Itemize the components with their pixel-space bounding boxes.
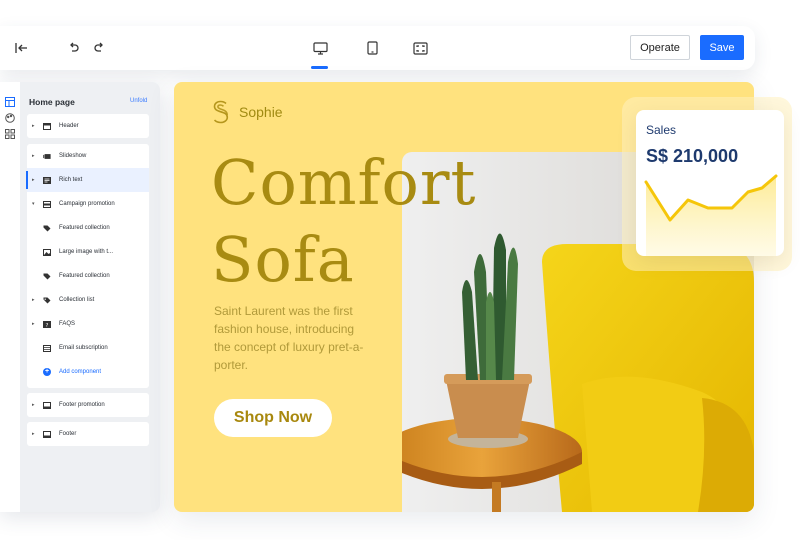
desktop-icon[interactable] — [309, 26, 331, 70]
top-toolbar: Operate Save — [0, 26, 755, 70]
faq-icon: ? — [43, 320, 51, 328]
apps-icon[interactable] — [5, 129, 15, 139]
section-item-label: Collection list — [59, 297, 95, 303]
section-item-label: Header — [59, 123, 79, 129]
tablet-icon[interactable] — [361, 26, 383, 70]
sales-value: S$ 210,000 — [646, 146, 739, 166]
image-icon — [43, 248, 51, 256]
shop-now-button[interactable]: Shop Now — [214, 399, 332, 437]
add-component-label: Add component — [59, 369, 102, 375]
plus-icon: + — [43, 368, 51, 376]
section-item-label: FAQS — [59, 321, 76, 327]
section-item-large-image[interactable]: Large image with t... — [27, 240, 149, 264]
section-item-footer-promotion[interactable]: ▸ Footer promotion — [27, 393, 149, 417]
section-item-rich-text[interactable]: ▸ Rich text — [26, 168, 149, 192]
expand-caret-icon[interactable]: ▸ — [32, 321, 38, 327]
tag-icon — [43, 225, 51, 232]
section-item-footer[interactable]: ▸ Footer — [27, 422, 149, 446]
section-item-campaign-promotion[interactable]: ▾ Campaign promotion — [27, 192, 149, 216]
rich-text-icon — [43, 176, 51, 184]
expand-caret-icon[interactable]: ▸ — [32, 153, 38, 159]
section-item-featured-collection[interactable]: Featured collection — [27, 216, 149, 240]
sales-label: Sales — [646, 123, 677, 137]
sections-panel: Home page Unfold ▸ Header ▸ Slideshow ▸ … — [0, 82, 160, 512]
sales-sparkline — [644, 174, 778, 256]
sales-widget: Sales S$ 210,000 — [636, 110, 784, 256]
section-item-label: Campaign promotion — [59, 201, 115, 207]
section-item-label: Slideshow — [59, 153, 87, 159]
operate-button[interactable]: Operate — [630, 35, 690, 60]
slideshow-icon — [43, 153, 51, 160]
section-group: ▸ Header — [27, 114, 149, 138]
active-device-indicator — [311, 66, 328, 69]
footer-icon — [43, 430, 51, 438]
layout-icon[interactable] — [5, 97, 15, 107]
section-group: ▸ Slideshow ▸ Rich text ▾ Campaign promo… — [26, 144, 149, 388]
add-component-button[interactable]: + Add component — [27, 360, 149, 384]
theme-palette-icon[interactable] — [5, 113, 15, 123]
banner-description: Saint Laurent was the first fashion hous… — [214, 304, 364, 372]
redo-icon[interactable] — [88, 26, 110, 70]
icon-rail — [0, 82, 20, 512]
brand-name: Sophie — [239, 104, 283, 120]
section-item-label: Featured collection — [59, 225, 110, 231]
headline: Comfort Sofa — [211, 144, 511, 298]
email-icon — [43, 344, 51, 352]
headline-line-2: Sofa — [211, 223, 355, 296]
collection-icon — [43, 297, 51, 304]
expand-caret-icon[interactable]: ▸ — [32, 297, 38, 303]
section-item-label: Large image with t... — [59, 249, 114, 255]
section-item-faqs[interactable]: ▸ ? FAQS — [27, 312, 149, 336]
section-item-label: Footer promotion — [59, 402, 105, 408]
expand-caret-icon[interactable]: ▸ — [32, 123, 38, 129]
tag-icon — [43, 273, 51, 280]
section-group: ▸ Footer — [27, 422, 149, 446]
section-item-email-subscription[interactable]: Email subscription — [27, 336, 149, 360]
save-button[interactable]: Save — [700, 35, 744, 60]
expand-caret-icon[interactable]: ▸ — [32, 402, 38, 408]
exit-icon[interactable] — [10, 26, 32, 70]
section-item-featured-collection[interactable]: Featured collection — [27, 264, 149, 288]
section-item-slideshow[interactable]: ▸ Slideshow — [27, 144, 149, 168]
header-icon — [43, 122, 51, 130]
section-item-label: Rich text — [59, 177, 83, 183]
svg-text:?: ? — [46, 322, 49, 327]
section-group: ▸ Footer promotion — [27, 393, 149, 417]
unfold-link[interactable]: Unfold — [130, 98, 147, 104]
section-item-label: Footer — [59, 431, 77, 437]
expand-caret-icon[interactable]: ▸ — [32, 177, 38, 183]
footer-promo-icon — [43, 401, 51, 409]
section-item-collection-list[interactable]: ▸ Collection list — [27, 288, 149, 312]
panel-title: Home page — [29, 97, 75, 107]
campaign-icon — [43, 200, 51, 208]
fullscreen-icon[interactable] — [409, 26, 431, 70]
expand-caret-icon[interactable]: ▸ — [32, 431, 38, 437]
brand: Sophie — [212, 100, 283, 124]
section-item-label: Email subscription — [59, 345, 108, 351]
section-item-header[interactable]: ▸ Header — [27, 114, 149, 138]
section-item-label: Featured collection — [59, 273, 110, 279]
undo-icon[interactable] — [63, 26, 85, 70]
collapse-caret-icon[interactable]: ▾ — [32, 201, 38, 207]
headline-line-1: Comfort — [211, 146, 477, 219]
brand-logo-icon — [213, 100, 229, 124]
